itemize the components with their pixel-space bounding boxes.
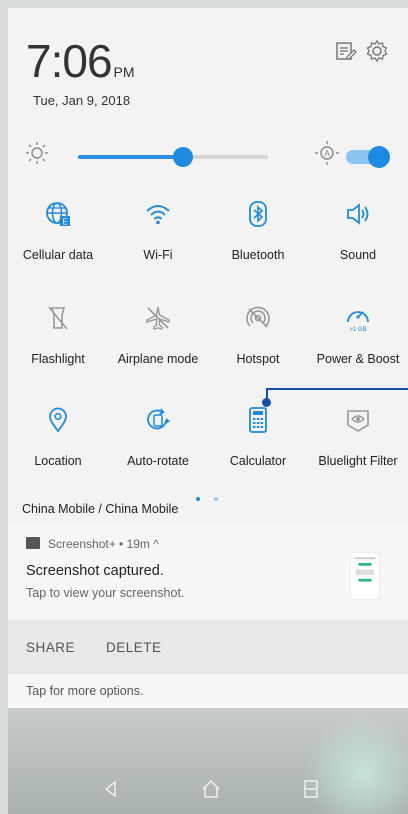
brightness-low-icon [26, 142, 48, 164]
tile-label: Flashlight [31, 352, 85, 366]
notification-app-line: Screenshot+ • 19m ^ [48, 537, 159, 551]
wifi-icon [146, 205, 170, 225]
speaker-icon [347, 203, 369, 225]
clock-ampm: PM [113, 64, 135, 80]
clock-time: 7:06 PM [26, 35, 135, 87]
tile-location[interactable]: Location [8, 400, 108, 468]
tile-label: Wi-Fi [143, 248, 173, 262]
notification-subtitle: Tap to view your screenshot. [26, 586, 185, 600]
calculator-icon [249, 407, 267, 433]
toggle-knob [368, 146, 390, 168]
rotate-icon [147, 408, 170, 430]
recents-icon[interactable] [300, 778, 322, 800]
eye-icon [347, 410, 369, 432]
tile-wifi[interactable]: Wi-Fi [108, 194, 208, 262]
tile-bluetooth[interactable]: Bluetooth [208, 194, 308, 262]
notification-actions: SHARE DELETE [8, 620, 408, 674]
auto-brightness-icon: A [315, 141, 339, 165]
speedometer-icon: >1 GB [347, 311, 369, 333]
callout-line [266, 388, 408, 390]
navigation-bar [8, 766, 408, 814]
tile-label: Airplane mode [117, 352, 199, 366]
page-dot-active [196, 497, 200, 501]
brightness-slider[interactable] [78, 147, 268, 167]
notification-title: Screenshot captured. [26, 563, 164, 579]
callout-dot [262, 398, 271, 407]
tile-flashlight[interactable]: Flashlight [8, 298, 108, 366]
share-button[interactable]: SHARE [26, 640, 75, 655]
tile-label: Location [34, 454, 82, 468]
back-icon[interactable] [100, 778, 122, 800]
more-options-label: Tap for more options. [26, 684, 144, 698]
auto-brightness-toggle[interactable] [346, 146, 390, 168]
flashlight-icon [48, 306, 68, 330]
tile-label: Calculator [229, 454, 287, 468]
tile-label: Auto-rotate [127, 454, 189, 468]
tile-hotspot[interactable]: Hotspot [208, 298, 308, 366]
quick-settings-panel: 7:06 PM Tue, Jan 9, 2018 A E Cellular da… [8, 8, 408, 814]
carrier-label: China Mobile / China Mobile [22, 502, 179, 516]
page-dot [214, 497, 218, 501]
bluetooth-icon [249, 201, 267, 227]
date-label: Tue, Jan 9, 2018 [33, 93, 131, 108]
hotspot-icon [246, 306, 270, 328]
tile-label: Sound [339, 248, 377, 262]
globe-icon: E [46, 202, 70, 227]
tile-label: Bluelight Filter [318, 454, 398, 468]
tile-label: Hotspot [236, 352, 280, 366]
svg-text:A: A [324, 149, 330, 158]
page-indicator [196, 488, 232, 506]
brightness-slider-fill [78, 155, 183, 159]
tile-auto-rotate[interactable]: Auto-rotate [108, 400, 208, 468]
tile-cellular-data[interactable]: E Cellular data [8, 194, 108, 262]
screenshot-notification[interactable]: Screenshot+ • 19m ^ Screenshot captured.… [8, 526, 408, 620]
svg-text:E: E [62, 218, 67, 227]
tile-sound[interactable]: Sound [308, 194, 408, 262]
tile-bluelight-filter[interactable]: Bluelight Filter [308, 400, 408, 468]
brightness-slider-thumb[interactable] [173, 147, 193, 167]
more-options-notification[interactable]: Tap for more options. [8, 674, 408, 708]
tile-calculator[interactable]: Calculator [208, 400, 308, 468]
tile-label: Power & Boost [316, 352, 400, 366]
tile-label: Cellular data [22, 248, 94, 262]
edit-icon[interactable] [332, 38, 358, 64]
tile-label: Bluetooth [231, 248, 285, 262]
power-boost-badge: >1 GB [349, 327, 366, 333]
gear-icon[interactable] [364, 38, 390, 64]
image-icon [26, 537, 40, 549]
home-icon[interactable] [200, 778, 222, 800]
delete-button[interactable]: DELETE [106, 640, 162, 655]
airplane-icon [146, 306, 170, 330]
tile-airplane-mode[interactable]: Airplane mode [108, 298, 208, 366]
screenshot-thumbnail[interactable] [350, 552, 380, 600]
tile-power-boost[interactable]: >1 GB Power & Boost [308, 298, 408, 366]
location-icon [49, 407, 67, 433]
